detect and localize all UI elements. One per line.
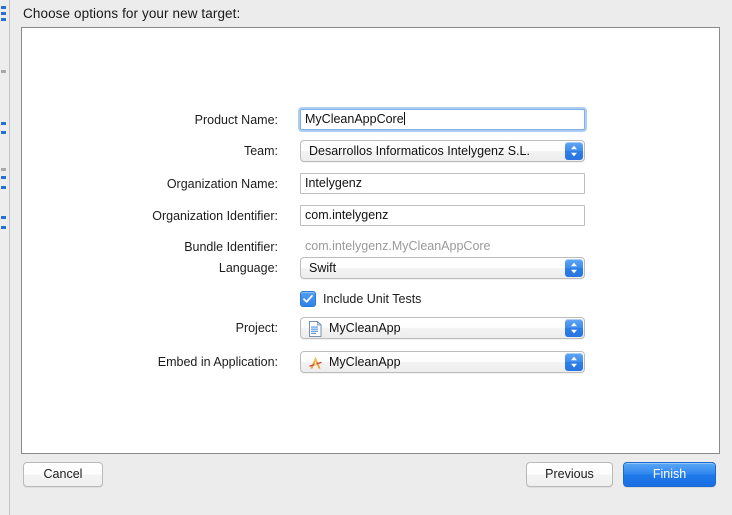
include-unit-tests-label: Include Unit Tests bbox=[323, 292, 421, 306]
field-row-bundle-identifier: Bundle Identifier: com.intelygenz.MyClea… bbox=[22, 236, 719, 258]
project-select[interactable]: MyCleanApp bbox=[300, 317, 585, 339]
product-name-label: Product Name: bbox=[195, 113, 278, 127]
project-label: Project: bbox=[236, 321, 278, 335]
xcode-application-icon bbox=[308, 355, 323, 371]
embed-in-application-select[interactable]: MyCleanApp bbox=[300, 351, 585, 373]
bundle-identifier-control: com.intelygenz.MyCleanAppCore bbox=[300, 236, 491, 257]
new-target-options-dialog: Choose options for your new target: Prod… bbox=[10, 0, 732, 515]
bundle-identifier-label: Bundle Identifier: bbox=[184, 240, 278, 254]
organization-identifier-control: com.intelygenz bbox=[300, 205, 585, 226]
background-window-sliver bbox=[0, 0, 10, 515]
language-control: Swift bbox=[300, 257, 585, 279]
project-value: MyCleanApp bbox=[329, 318, 558, 338]
embed-in-application-control: MyCleanApp bbox=[300, 351, 585, 373]
field-row-project: Project: M bbox=[22, 317, 719, 339]
options-panel: Product Name: MyCleanAppCore Team: Desar… bbox=[21, 27, 720, 454]
bundle-identifier-value: com.intelygenz.MyCleanAppCore bbox=[300, 236, 491, 257]
embed-in-application-value: MyCleanApp bbox=[329, 352, 558, 372]
organization-name-control: Intelygenz bbox=[300, 173, 585, 194]
organization-identifier-value: com.intelygenz bbox=[305, 208, 388, 222]
field-row-include-unit-tests: Include Unit Tests bbox=[22, 288, 719, 310]
checkmark-icon bbox=[300, 291, 316, 307]
chevron-up-down-icon[interactable] bbox=[565, 259, 583, 277]
field-row-product-name: Product Name: MyCleanAppCore bbox=[22, 109, 719, 131]
language-label: Language: bbox=[219, 261, 278, 275]
embed-in-application-label: Embed in Application: bbox=[158, 355, 278, 369]
language-select[interactable]: Swift bbox=[300, 257, 585, 279]
organization-name-value: Intelygenz bbox=[305, 176, 362, 190]
organization-name-input[interactable]: Intelygenz bbox=[300, 173, 585, 194]
xcode-project-document-icon bbox=[308, 321, 323, 337]
include-unit-tests-checkbox[interactable]: Include Unit Tests bbox=[300, 291, 421, 307]
field-row-organization-name: Organization Name: Intelygenz bbox=[22, 173, 719, 195]
chevron-up-down-icon[interactable] bbox=[565, 142, 583, 160]
product-name-input[interactable]: MyCleanAppCore bbox=[300, 109, 585, 130]
product-name-value: MyCleanAppCore bbox=[305, 112, 404, 126]
cancel-button[interactable]: Cancel bbox=[23, 462, 103, 487]
team-label: Team: bbox=[244, 144, 278, 158]
team-value: Desarrollos Informaticos Intelygenz S.L. bbox=[309, 141, 558, 161]
organization-identifier-label: Organization Identifier: bbox=[152, 209, 278, 223]
language-value: Swift bbox=[309, 258, 558, 278]
team-select[interactable]: Desarrollos Informaticos Intelygenz S.L. bbox=[300, 140, 585, 162]
field-row-embed-in-application: Embed in Application: MyCleanApp bbox=[22, 351, 719, 373]
product-name-control: MyCleanAppCore bbox=[300, 109, 585, 130]
field-row-organization-identifier: Organization Identifier: com.intelygenz bbox=[22, 205, 719, 227]
project-control: MyCleanApp bbox=[300, 317, 585, 339]
team-control: Desarrollos Informaticos Intelygenz S.L. bbox=[300, 140, 585, 162]
text-caret bbox=[404, 112, 405, 125]
organization-identifier-input[interactable]: com.intelygenz bbox=[300, 205, 585, 226]
field-row-language: Language: Swift bbox=[22, 257, 719, 279]
organization-name-label: Organization Name: bbox=[167, 177, 278, 191]
field-row-team: Team: Desarrollos Informaticos Intelygen… bbox=[22, 140, 719, 162]
finish-button[interactable]: Finish bbox=[623, 462, 716, 487]
previous-button[interactable]: Previous bbox=[526, 462, 613, 487]
chevron-up-down-icon[interactable] bbox=[565, 319, 583, 337]
chevron-up-down-icon[interactable] bbox=[565, 353, 583, 371]
dialog-prompt: Choose options for your new target: bbox=[23, 6, 240, 21]
